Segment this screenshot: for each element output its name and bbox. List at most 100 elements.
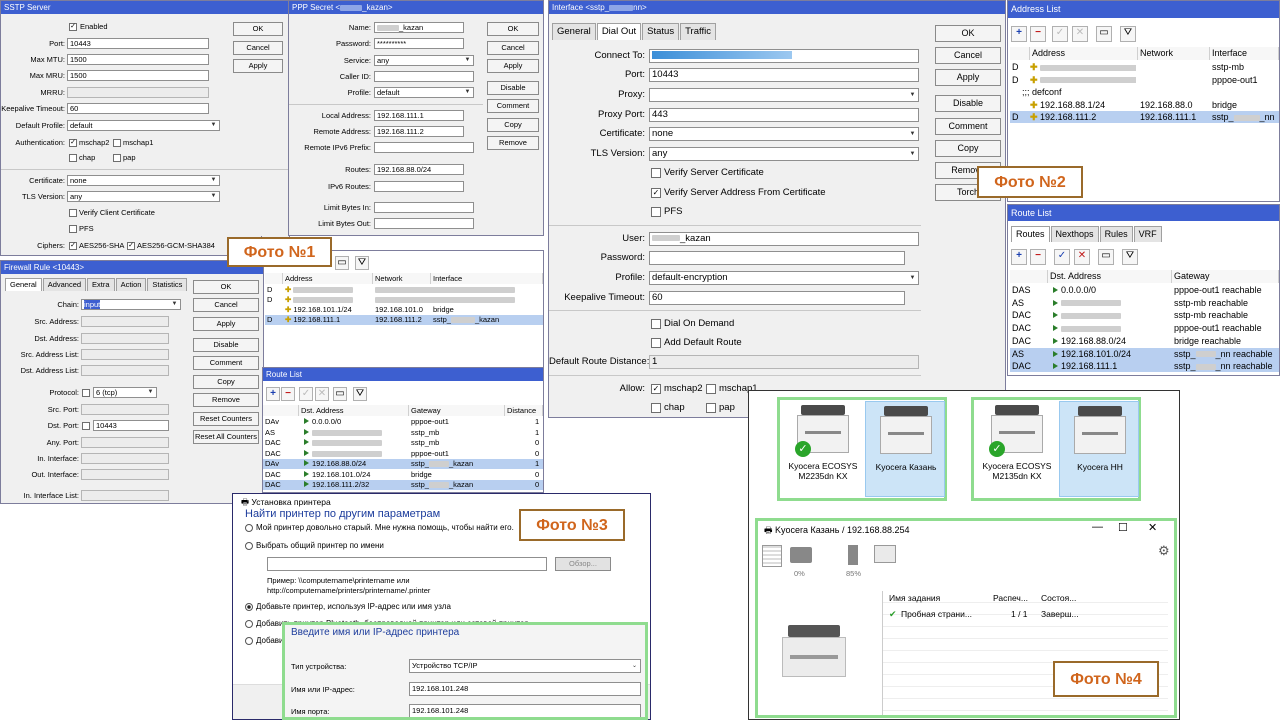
table-row[interactable]: D ✚ 192.168.111.2 192.168.111.1 sstp_ _nn	[1010, 111, 1279, 123]
option-old-printer-radio[interactable]	[245, 524, 253, 532]
tab-dial-out[interactable]: Dial Out	[596, 23, 642, 40]
tab-rules[interactable]: Rules	[1099, 226, 1133, 242]
apply-button[interactable]: Apply	[935, 69, 1001, 86]
ok-button[interactable]: OK	[233, 22, 283, 36]
apply-button[interactable]: Apply	[487, 59, 539, 73]
any-port-field[interactable]	[81, 437, 169, 448]
table-row[interactable]: DAv 192.168.88.0/24 sstp_ _kazan 1	[263, 459, 543, 469]
allow-chap-checkbox[interactable]	[651, 403, 661, 413]
src-address-list-field[interactable]	[81, 349, 169, 360]
keepalive-field[interactable]: 60	[649, 291, 905, 305]
disable-icon[interactable]: ✕	[1074, 249, 1090, 265]
tls-select[interactable]: any ▼	[649, 147, 919, 161]
table-row[interactable]: DAC pppoe-out1 reachable	[1010, 322, 1279, 334]
remove-icon[interactable]: −	[281, 387, 295, 401]
default-route-distance-field[interactable]: 1	[649, 355, 919, 369]
cancel-button[interactable]: Cancel	[935, 47, 1001, 64]
option-add-radio[interactable]	[245, 637, 253, 645]
disable-icon[interactable]: ✕	[1072, 26, 1088, 42]
enable-icon[interactable]: ✓	[1052, 26, 1068, 42]
certificate-select[interactable]: none ▼	[67, 175, 220, 186]
tab-nexthops[interactable]: Nexthops	[1050, 226, 1099, 242]
enable-icon[interactable]: ✓	[1054, 249, 1070, 265]
filter-icon[interactable]: ⛛	[1120, 26, 1136, 42]
ipv6-routes-field[interactable]	[374, 181, 464, 192]
verify-server-address-checkbox[interactable]: ✓	[651, 188, 661, 198]
mschap2-checkbox[interactable]: ✓	[69, 139, 77, 147]
allow-mschap2-checkbox[interactable]: ✓	[651, 384, 661, 394]
settings-gear-icon[interactable]: ⚙	[1158, 543, 1170, 559]
option-shared-printer-radio[interactable]	[245, 542, 253, 550]
certificate-select[interactable]: none ▼	[649, 127, 919, 141]
table-row[interactable]: AS sstp_mb 1	[263, 428, 543, 438]
table-row[interactable]: D ✚ pppoe-out1	[1010, 74, 1279, 86]
limit-in-field[interactable]	[374, 202, 474, 213]
table-row[interactable]: DAS 0.0.0.0/0 pppoe-out1 reachable	[1010, 284, 1279, 296]
shared-printer-input[interactable]	[267, 557, 547, 571]
printer-tile[interactable]: ✓ Kyocera ECOSYS M2235dn KX	[783, 401, 863, 497]
tab-routes[interactable]: Routes	[1011, 226, 1050, 242]
option-bluetooth-radio[interactable]	[245, 620, 253, 628]
password-field[interactable]: **********	[374, 38, 464, 49]
table-row[interactable]: DAC 192.168.101.0/24 bridge 0	[263, 470, 543, 480]
verify-server-cert-checkbox[interactable]	[651, 168, 661, 178]
printer-tile[interactable]: ✓ Kyocera ECOSYS M2135dn KX	[977, 401, 1057, 497]
remove-icon[interactable]: −	[1030, 249, 1046, 265]
reset-all-counters-button[interactable]: Reset All Counters	[193, 430, 259, 444]
comment-tool-icon[interactable]: ▭	[333, 387, 347, 401]
name-field[interactable]: _kazan	[374, 22, 464, 33]
connect-to-field[interactable]	[649, 49, 919, 63]
filter-icon[interactable]: ⛛	[1122, 249, 1138, 265]
local-address-field[interactable]: 192.168.111.1	[374, 110, 464, 121]
enable-icon[interactable]: ✓	[299, 387, 313, 401]
reset-counters-button[interactable]: Reset Counters	[193, 412, 259, 426]
caller-id-field[interactable]	[374, 71, 474, 82]
disable-button[interactable]: Disable	[193, 338, 259, 352]
filter-icon[interactable]: ⛛	[353, 387, 367, 401]
add-icon[interactable]: +	[1011, 249, 1027, 265]
cancel-button[interactable]: Cancel	[487, 41, 539, 55]
aes256-sha-checkbox[interactable]: ✓	[69, 242, 77, 250]
port-name-input[interactable]: 192.168.101.248	[409, 704, 641, 717]
comment-tool-icon[interactable]: ▭	[1098, 249, 1114, 265]
maximize-icon[interactable]: ☐	[1118, 521, 1128, 534]
disable-button[interactable]: Disable	[935, 95, 1001, 112]
tls-select[interactable]: any ▼	[67, 191, 220, 202]
src-address-field[interactable]	[81, 316, 169, 327]
in-interface-list-field[interactable]	[81, 490, 169, 501]
ok-button[interactable]: OK	[487, 22, 539, 36]
default-profile-select[interactable]: default ▼	[67, 120, 220, 131]
close-icon[interactable]: ✕	[1148, 521, 1157, 534]
routes-field[interactable]: 192.168.88.0/24	[374, 164, 464, 175]
browse-button[interactable]: Обзор...	[555, 557, 611, 571]
dst-port-not-checkbox[interactable]	[82, 422, 90, 430]
verify-client-cert-checkbox[interactable]	[69, 209, 77, 217]
protocol-select[interactable]: 6 (tcp) ▼	[93, 387, 157, 398]
table-row[interactable]: DAC sstp-mb reachable	[1010, 309, 1279, 321]
mtu-field[interactable]: 1500	[67, 54, 209, 65]
disable-icon[interactable]: ✕	[315, 387, 329, 401]
table-row[interactable]: D ✚ sstp-mb	[1010, 61, 1279, 73]
table-row[interactable]: DAv 0.0.0.0/0 pppoe-out1 1	[263, 417, 543, 427]
cancel-button[interactable]: Cancel	[193, 298, 259, 312]
aes256-gcm-checkbox[interactable]: ✓	[127, 242, 135, 250]
dst-address-field[interactable]	[81, 333, 169, 344]
table-row[interactable]: ✚ 192.168.88.1/24 192.168.88.0 bridge	[1010, 99, 1279, 111]
remove-icon[interactable]: −	[1030, 26, 1046, 42]
remote-ipv6-field[interactable]	[374, 142, 474, 153]
src-port-field[interactable]	[81, 404, 169, 415]
user-field[interactable]: _kazan	[649, 232, 919, 246]
cancel-button[interactable]: Cancel	[233, 41, 283, 55]
copy-button[interactable]: Copy	[935, 140, 1001, 157]
tab-vrf[interactable]: VRF	[1133, 226, 1162, 242]
chap-checkbox[interactable]	[69, 154, 77, 162]
tab-status[interactable]: Status	[642, 23, 680, 40]
table-row[interactable]: DAC pppoe-out1 0	[263, 449, 543, 459]
table-row[interactable]: AS sstp-mb reachable	[1010, 297, 1279, 309]
comment-tool-icon[interactable]: ▭	[335, 256, 349, 270]
add-icon[interactable]: +	[1011, 26, 1027, 42]
tab-statistics[interactable]: Statistics	[147, 278, 188, 291]
remove-button[interactable]: Remove	[193, 393, 259, 407]
tab-action[interactable]: Action	[115, 278, 147, 291]
apply-button[interactable]: Apply	[233, 59, 283, 73]
